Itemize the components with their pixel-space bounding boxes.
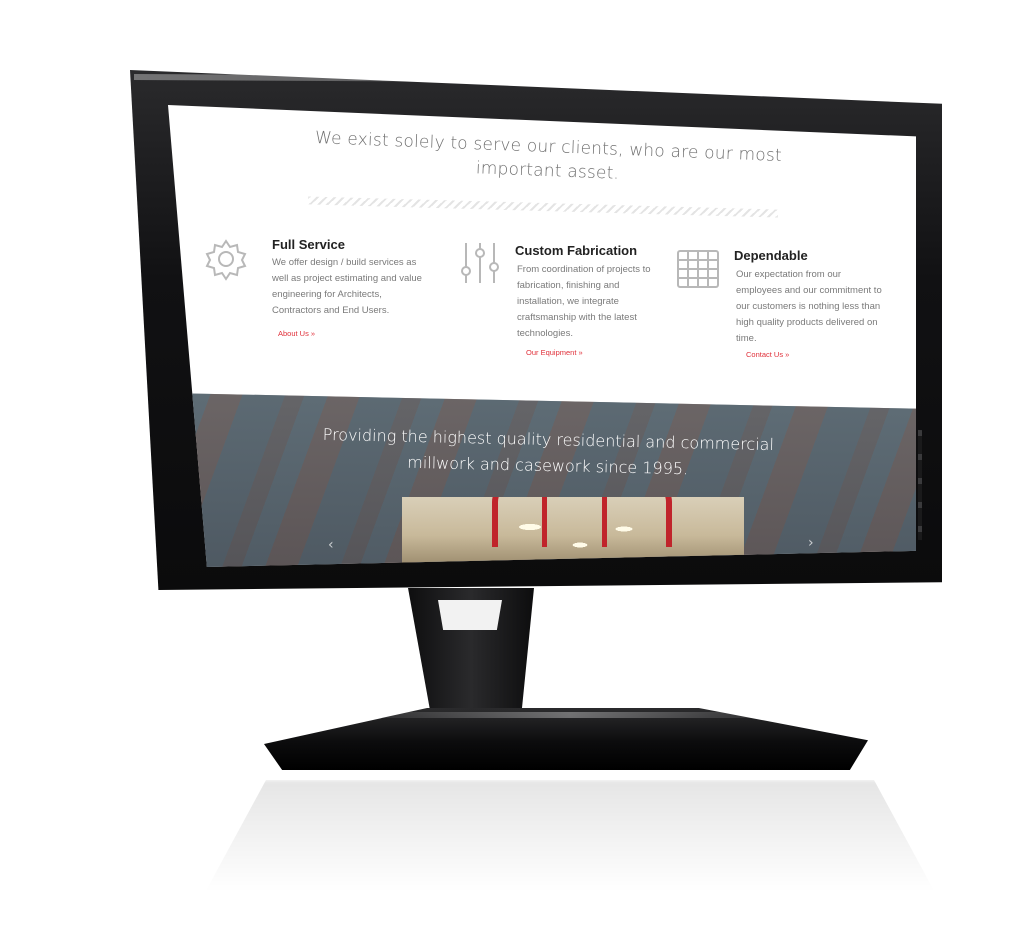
gear-icon bbox=[202, 235, 250, 283]
feature-title: Full Service bbox=[272, 237, 345, 252]
contact-us-link[interactable]: Contact Us » bbox=[746, 350, 789, 359]
monitor-screen: We exist solely to serve our clients, wh… bbox=[168, 105, 916, 567]
feature-description: We offer design / build services as well… bbox=[272, 257, 422, 316]
about-us-link[interactable]: About Us » bbox=[278, 329, 315, 338]
monitor-mockup: We exist solely to serve our clients, wh… bbox=[0, 0, 1014, 930]
website-page: We exist solely to serve our clients, wh… bbox=[168, 105, 916, 567]
slider-next-arrow[interactable]: › bbox=[808, 535, 814, 551]
page-headline: We exist solely to serve our clients, wh… bbox=[314, 128, 783, 184]
grid-icon bbox=[674, 245, 722, 293]
ceiling-rib bbox=[602, 497, 607, 547]
cable-slot bbox=[438, 600, 502, 630]
slider-prev-arrow[interactable]: ‹ bbox=[328, 537, 334, 553]
ceiling-rib bbox=[542, 497, 547, 547]
feature-description: Our expectation from our employees and o… bbox=[736, 269, 882, 344]
decorative-divider bbox=[307, 196, 779, 218]
base-highlight bbox=[340, 712, 800, 718]
feature-title: Dependable bbox=[734, 248, 808, 263]
monitor-reflection bbox=[190, 780, 950, 920]
feature-title: Custom Fabrication bbox=[515, 243, 638, 258]
sliders-icon bbox=[456, 239, 504, 287]
ceiling-arch bbox=[492, 497, 672, 547]
feature-description: From coordination of projects to fabrica… bbox=[517, 264, 651, 339]
our-equipment-link[interactable]: Our Equipment » bbox=[526, 348, 583, 357]
monitor-side-buttons bbox=[918, 429, 922, 541]
